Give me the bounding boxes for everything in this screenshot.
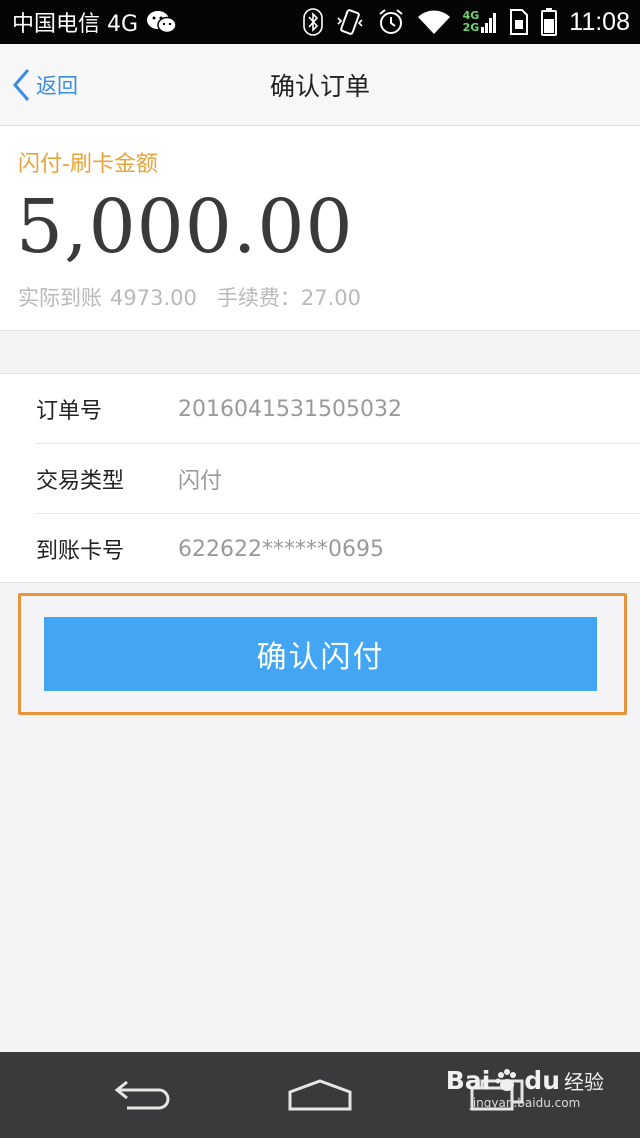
page-title: 确认订单 xyxy=(269,72,370,101)
wifi-icon xyxy=(417,9,451,35)
watermark-brand-suffix: du xyxy=(524,1066,560,1095)
detail-row-transaction-type: 交易类型 闪付 xyxy=(0,444,640,514)
bluetooth-icon xyxy=(302,8,323,36)
nav-bar: 确认订单 返回 xyxy=(0,44,640,126)
fee-label: 手续费： xyxy=(216,286,301,310)
back-button[interactable]: 返回 xyxy=(12,44,78,126)
back-arrow-icon xyxy=(113,1078,173,1112)
chevron-left-icon xyxy=(12,68,30,102)
received-amount: 实际到账 4973.00 xyxy=(18,282,197,312)
back-label: 返回 xyxy=(36,74,78,98)
detail-value: 闪付 xyxy=(178,469,223,494)
alarm-icon xyxy=(377,8,405,36)
status-bar-left: 中国电信 4G xyxy=(12,6,178,38)
amount-breakdown: 实际到账 4973.00 手续费：27.00 xyxy=(18,282,361,312)
amount-card: 闪付-刷卡金额 5,000.00 实际到账 4973.00 手续费：27.00 xyxy=(0,126,640,331)
watermark-url: jingyan.baidu.com xyxy=(469,1096,581,1110)
sim-icon xyxy=(509,9,529,35)
system-home-button[interactable] xyxy=(277,1052,363,1138)
order-details: 订单号 2016041531505032 交易类型 闪付 到账卡号 622622… xyxy=(0,373,640,583)
network-badge-2g: 2G xyxy=(462,21,480,34)
watermark-brand: Bai xyxy=(445,1066,491,1095)
detail-label: 订单号 xyxy=(36,399,103,424)
detail-row-card-number: 到账卡号 622622******0695 xyxy=(0,514,640,584)
fee-value: 27.00 xyxy=(300,286,361,310)
battery-icon xyxy=(541,8,558,36)
signal-icon: 4G 2G xyxy=(463,10,498,34)
watermark-brand-zh: 经验 xyxy=(564,1070,604,1094)
detail-row-order-number: 订单号 2016041531505032 xyxy=(0,374,640,444)
amount-label: 闪付-刷卡金额 xyxy=(18,152,158,177)
home-icon xyxy=(287,1078,353,1112)
clock: 11:08 xyxy=(569,7,630,36)
detail-label: 到账卡号 xyxy=(36,539,125,564)
amount-value: 5,000.00 xyxy=(16,184,354,270)
vibrate-icon xyxy=(335,8,365,36)
baidu-jingyan-watermark: Bai du 经验 jingyan.baidu.com xyxy=(446,1066,604,1110)
watermark-logo: Bai du 经验 xyxy=(446,1066,604,1095)
carrier-label: 中国电信 4G xyxy=(12,12,139,37)
status-bar: 中国电信 4G 4G 2G 11:08 xyxy=(0,0,640,44)
fee-amount: 手续费：27.00 xyxy=(217,282,361,312)
detail-value: 622622******0695 xyxy=(178,536,384,562)
detail-label: 交易类型 xyxy=(36,469,125,494)
system-back-button[interactable] xyxy=(100,1052,186,1138)
detail-value: 2016041531505032 xyxy=(178,396,402,422)
received-value: 4973.00 xyxy=(110,286,197,310)
confirm-flash-pay-button[interactable]: 确认闪付 xyxy=(44,617,597,691)
received-label: 实际到账 xyxy=(18,286,102,310)
status-bar-right: 4G 2G 11:08 xyxy=(302,7,630,37)
wechat-icon xyxy=(146,9,178,35)
paw-icon xyxy=(494,1068,520,1094)
